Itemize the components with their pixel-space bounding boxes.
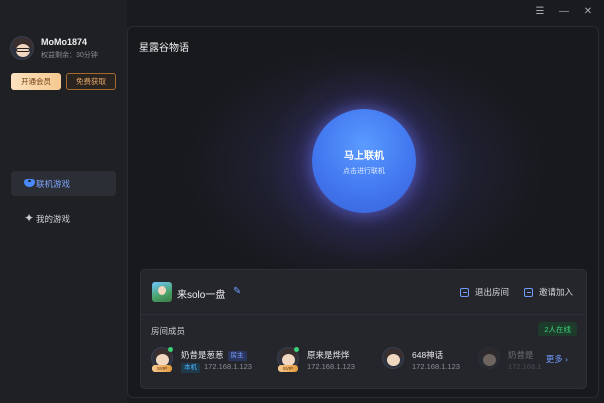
sidebar-item-label: 我的游戏 [36,213,71,224]
leave-room-label: 退出房间 [475,287,510,297]
member-ip: 172.168.1.123 [204,362,252,371]
chevron-right-icon: › [565,354,568,364]
minimize-icon[interactable]: — [558,6,570,17]
leave-room-button[interactable]: 退出房间 [460,286,509,298]
sidebar-item-label: 联机游戏 [36,178,71,189]
svip-badge: SVIP [278,365,298,372]
menu-icon[interactable]: ☰ [534,6,546,17]
close-icon[interactable]: ✕ [582,6,594,17]
avatar[interactable] [10,36,34,60]
open-vip-button[interactable]: 开通会员 [11,73,61,90]
connect-sub-label: 点击进行联机 [343,167,385,175]
page-title: 星露谷物语 [139,43,189,54]
local-tag: 本机 [181,363,200,373]
member-name: 648神话 [412,350,444,360]
sidebar: MoMo1874 权益剩余：30分钟 开通会员 免费获取 联机游戏 ✦ 我的游戏 [0,0,127,403]
room-avatar [152,282,172,302]
connect-button[interactable]: 马上联机 点击进行联机 [312,109,416,213]
room-name: 来solo一盘 [177,290,226,301]
member-name: 奶昔是葱葱 [181,350,224,360]
sidebar-item-multiplayer[interactable]: 联机游戏 [11,171,116,196]
room-card: 来solo一盘 ✎ 退出房间 邀请加入 房间成员 2人在线 SVIP 奶昔是葱葱… [140,269,587,389]
invite-button[interactable]: 邀请加入 [524,286,573,298]
free-get-button[interactable]: 免费获取 [66,73,116,90]
online-dot [294,347,299,352]
invite-label: 邀请加入 [539,287,574,297]
connect-label: 马上联机 [344,150,384,162]
member-ip: 172.168.1.123 [412,362,460,371]
avatar [478,347,500,369]
exit-icon [460,287,469,297]
member-ip: 172.168.1.123 [307,362,355,371]
user-remaining: 权益剩余：30分钟 [41,51,98,59]
user-profile[interactable]: MoMo1874 权益剩余：30分钟 [10,36,98,60]
members-label: 房间成员 [151,326,186,336]
main-panel: 星露谷物语 马上联机 点击进行联机 来solo一盘 ✎ 退出房间 邀请加入 房间… [127,26,599,398]
share-icon [524,287,533,297]
more-label: 更多 [545,354,563,364]
sidebar-item-my-games[interactable]: ✦ 我的游戏 [11,206,116,231]
window-controls: ☰ — ✕ [534,6,594,17]
member-name: 原来是烨烨 [307,350,350,360]
edit-icon[interactable]: ✎ [233,286,241,297]
svip-badge: SVIP [152,365,172,372]
gamepad-icon [23,177,35,189]
online-dot [168,347,173,352]
username: MoMo1874 [41,36,88,47]
avatar [382,347,404,369]
more-members-button[interactable]: 更多 › [546,353,568,365]
member-ip: 172.168.1 [508,362,542,371]
sparkle-icon: ✦ [23,211,35,225]
online-count-badge: 2人在线 [538,322,577,336]
host-tag: 房主 [227,351,247,361]
member-name: 奶昔是 [508,350,534,360]
